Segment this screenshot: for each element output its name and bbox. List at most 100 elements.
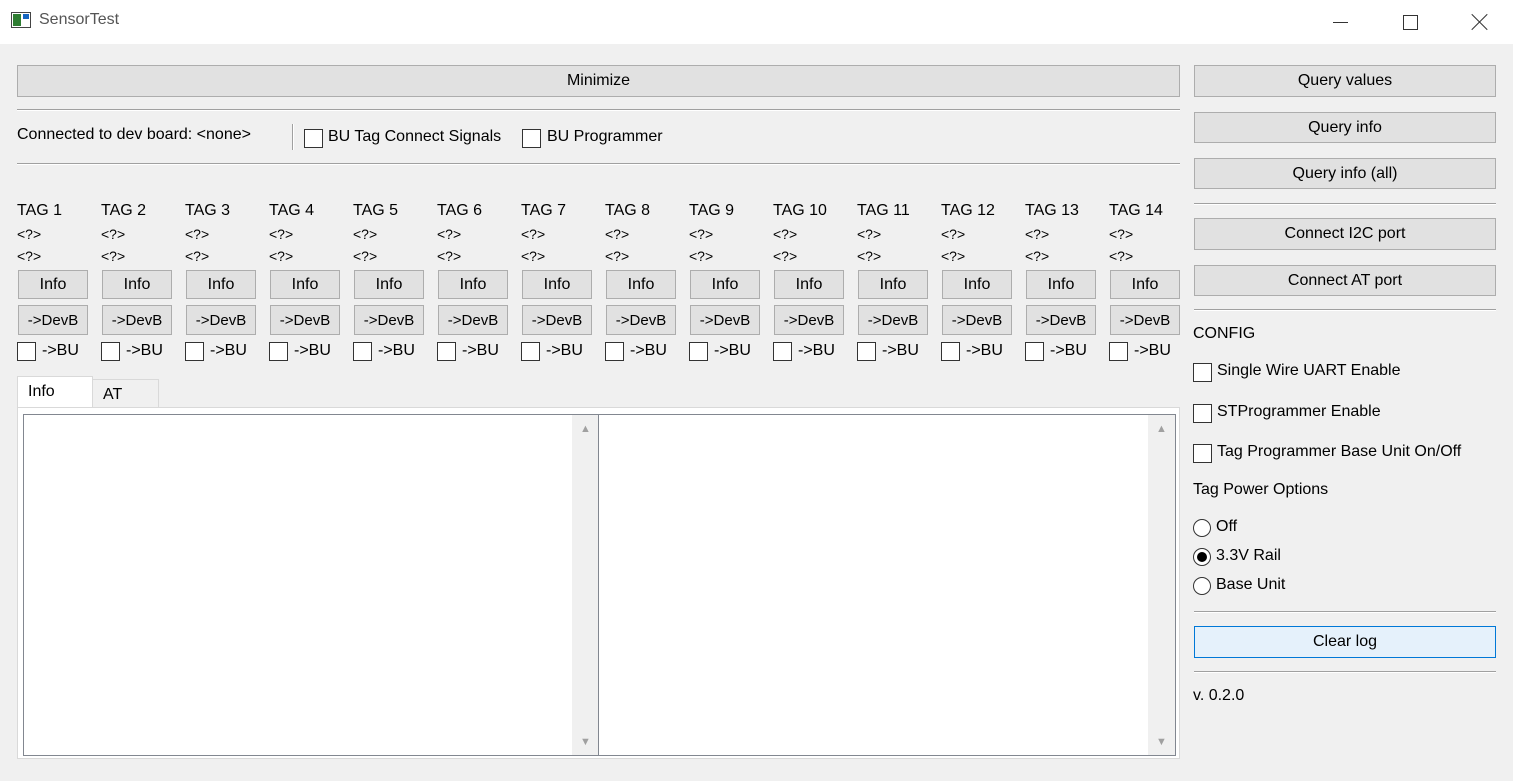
- tag-bu-checkbox[interactable]: [941, 342, 960, 361]
- tag-devb-button[interactable]: ->DevB: [522, 305, 592, 335]
- tag-devb-button[interactable]: ->DevB: [18, 305, 88, 335]
- tag-info-button[interactable]: Info: [690, 270, 760, 299]
- tag-bu-checkbox[interactable]: [773, 342, 792, 361]
- tag-column: TAG 8 <?> <?> Info ->DevB ->BU: [605, 0, 689, 370]
- tag-bu-label: ->BU: [462, 342, 499, 359]
- tag-column: TAG 7 <?> <?> Info ->DevB ->BU: [521, 0, 605, 370]
- scroll-down-icon[interactable]: ▼: [1148, 728, 1175, 755]
- tag-info-button[interactable]: Info: [186, 270, 256, 299]
- tag-title: TAG 11: [857, 202, 910, 219]
- tag-info-button[interactable]: Info: [522, 270, 592, 299]
- tag-value-1: <?>: [605, 226, 630, 242]
- maximize-window-button[interactable]: [1375, 0, 1445, 44]
- tag-column: TAG 5 <?> <?> Info ->DevB ->BU: [353, 0, 437, 370]
- tag-bu-checkbox[interactable]: [437, 342, 456, 361]
- tag-bu-label: ->BU: [546, 342, 583, 359]
- scrollbar[interactable]: ▲ ▼: [1148, 415, 1175, 755]
- tag-info-button[interactable]: Info: [354, 270, 424, 299]
- tag-bu-label: ->BU: [378, 342, 415, 359]
- log-right[interactable]: ▲ ▼: [598, 414, 1176, 756]
- scroll-up-icon[interactable]: ▲: [1148, 415, 1175, 442]
- st-programmer-checkbox[interactable]: [1193, 404, 1212, 423]
- tag-devb-button[interactable]: ->DevB: [102, 305, 172, 335]
- minimize-window-button[interactable]: [1305, 0, 1375, 44]
- tag-devb-button[interactable]: ->DevB: [270, 305, 340, 335]
- query-values-button[interactable]: Query values: [1194, 65, 1496, 97]
- tag-info-button[interactable]: Info: [774, 270, 844, 299]
- tag-value-2: <?>: [101, 248, 126, 264]
- tag-value-1: <?>: [773, 226, 798, 242]
- tag-devb-button[interactable]: ->DevB: [858, 305, 928, 335]
- tag-title: TAG 10: [773, 202, 827, 219]
- tag-value-2: <?>: [1025, 248, 1050, 264]
- tag-programmer-bu-label: Tag Programmer Base Unit On/Off: [1217, 443, 1462, 460]
- log-left[interactable]: ▲ ▼: [23, 414, 600, 756]
- power-base-unit-radio[interactable]: [1193, 577, 1211, 595]
- tag-value-1: <?>: [437, 226, 462, 242]
- tag-devb-button[interactable]: ->DevB: [186, 305, 256, 335]
- tag-bu-label: ->BU: [882, 342, 919, 359]
- clear-log-button[interactable]: Clear log: [1194, 626, 1496, 658]
- tag-info-button[interactable]: Info: [606, 270, 676, 299]
- tag-devb-button[interactable]: ->DevB: [690, 305, 760, 335]
- tag-column: TAG 1 <?> <?> Info ->DevB ->BU: [17, 0, 101, 370]
- query-info-all-button[interactable]: Query info (all): [1194, 158, 1496, 189]
- tag-info-button[interactable]: Info: [858, 270, 928, 299]
- tag-bu-checkbox[interactable]: [269, 342, 288, 361]
- tag-info-button[interactable]: Info: [18, 270, 88, 299]
- tag-bu-checkbox[interactable]: [353, 342, 372, 361]
- version-label: v. 0.2.0: [1193, 687, 1245, 704]
- tag-value-1: <?>: [17, 226, 42, 242]
- tag-bu-checkbox[interactable]: [605, 342, 624, 361]
- close-icon: [1471, 13, 1489, 31]
- tag-value-1: <?>: [941, 226, 966, 242]
- tag-devb-button[interactable]: ->DevB: [1110, 305, 1180, 335]
- tag-info-button[interactable]: Info: [942, 270, 1012, 299]
- tag-value-2: <?>: [605, 248, 630, 264]
- st-programmer-label: STProgrammer Enable: [1217, 403, 1381, 420]
- tag-bu-checkbox[interactable]: [1109, 342, 1128, 361]
- tag-value-2: <?>: [269, 248, 294, 264]
- tag-bu-checkbox[interactable]: [17, 342, 36, 361]
- tag-value-2: <?>: [773, 248, 798, 264]
- separator: [1194, 611, 1496, 613]
- query-info-button[interactable]: Query info: [1194, 112, 1496, 143]
- connect-i2c-button[interactable]: Connect I2C port: [1194, 218, 1496, 250]
- close-window-button[interactable]: [1445, 0, 1513, 44]
- tag-column: TAG 13 <?> <?> Info ->DevB ->BU: [1025, 0, 1109, 370]
- tab-info[interactable]: Info: [17, 376, 93, 411]
- tag-info-button[interactable]: Info: [102, 270, 172, 299]
- power-3v3-radio[interactable]: [1193, 548, 1211, 566]
- tag-bu-label: ->BU: [798, 342, 835, 359]
- tag-bu-checkbox[interactable]: [101, 342, 120, 361]
- single-wire-uart-label: Single Wire UART Enable: [1217, 362, 1401, 379]
- tag-devb-button[interactable]: ->DevB: [606, 305, 676, 335]
- scroll-down-icon[interactable]: ▼: [572, 728, 599, 755]
- tag-bu-checkbox[interactable]: [521, 342, 540, 361]
- tag-bu-checkbox[interactable]: [185, 342, 204, 361]
- power-off-radio[interactable]: [1193, 519, 1211, 537]
- tag-devb-button[interactable]: ->DevB: [354, 305, 424, 335]
- tag-column: TAG 9 <?> <?> Info ->DevB ->BU: [689, 0, 773, 370]
- tag-info-button[interactable]: Info: [270, 270, 340, 299]
- tag-devb-button[interactable]: ->DevB: [1026, 305, 1096, 335]
- tag-info-button[interactable]: Info: [438, 270, 508, 299]
- tag-info-button[interactable]: Info: [1026, 270, 1096, 299]
- tag-bu-checkbox[interactable]: [857, 342, 876, 361]
- tag-devb-button[interactable]: ->DevB: [438, 305, 508, 335]
- tag-value-1: <?>: [689, 226, 714, 242]
- tag-value-1: <?>: [1025, 226, 1050, 242]
- tag-devb-button[interactable]: ->DevB: [942, 305, 1012, 335]
- connect-at-button[interactable]: Connect AT port: [1194, 265, 1496, 296]
- tag-devb-button[interactable]: ->DevB: [774, 305, 844, 335]
- scroll-up-icon[interactable]: ▲: [572, 415, 599, 442]
- tag-info-button[interactable]: Info: [1110, 270, 1180, 299]
- tag-programmer-bu-checkbox[interactable]: [1193, 444, 1212, 463]
- single-wire-uart-checkbox[interactable]: [1193, 363, 1212, 382]
- scrollbar[interactable]: ▲ ▼: [572, 415, 599, 755]
- tag-title: TAG 13: [1025, 202, 1079, 219]
- tag-bu-checkbox[interactable]: [1025, 342, 1044, 361]
- tag-bu-checkbox[interactable]: [689, 342, 708, 361]
- tag-bu-label: ->BU: [1134, 342, 1171, 359]
- tag-column: TAG 14 <?> <?> Info ->DevB ->BU: [1109, 0, 1193, 370]
